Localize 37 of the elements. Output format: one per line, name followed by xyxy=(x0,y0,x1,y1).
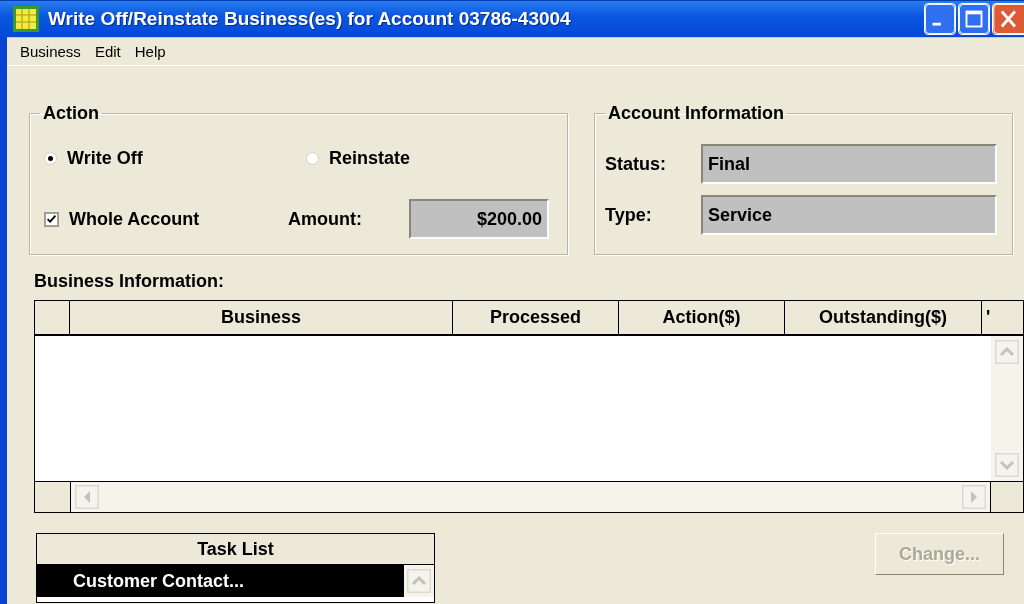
radio-button[interactable] xyxy=(44,152,57,165)
close-button[interactable] xyxy=(992,3,1024,35)
column-header[interactable]: Business xyxy=(70,301,453,334)
column-header[interactable]: Outstanding($) xyxy=(785,301,982,334)
scroll-left-icon[interactable] xyxy=(75,485,99,509)
checkbox[interactable] xyxy=(44,211,59,227)
menu-item[interactable]: Business xyxy=(13,42,88,60)
radio-button[interactable] xyxy=(306,152,319,165)
checkbox-label[interactable]: Whole Account xyxy=(69,208,200,230)
scroll-down-icon[interactable] xyxy=(995,453,1019,477)
column-header[interactable]: Processed xyxy=(453,301,619,334)
field-label: Status: xyxy=(605,153,667,175)
readonly-field[interactable]: Service xyxy=(701,195,997,235)
task-list-item[interactable]: Customer Contact... xyxy=(37,565,404,597)
horizontal-scrollbar[interactable] xyxy=(71,482,990,512)
amount-label: Amount: xyxy=(288,208,363,230)
minimize-button[interactable] xyxy=(924,3,956,35)
option-label[interactable]: Reinstate xyxy=(329,148,411,169)
scroll-right-icon[interactable] xyxy=(962,485,986,509)
option-label[interactable]: Write Off xyxy=(67,148,143,169)
scroll-up-icon[interactable] xyxy=(407,569,431,593)
amount-field[interactable]: $200.00 xyxy=(409,199,549,239)
field-label: Type: xyxy=(605,204,653,226)
column-header[interactable]: ' xyxy=(982,301,1023,334)
readonly-field[interactable]: Final xyxy=(701,144,997,184)
scroll-up-icon[interactable] xyxy=(995,340,1019,364)
menu-item[interactable]: Help xyxy=(127,42,173,60)
group-title: Action xyxy=(42,103,100,124)
section-title: Business Information: xyxy=(34,271,226,292)
window-title: Write Off/Reinstate Business(es) for Account 03786-43004 xyxy=(48,8,572,30)
vertical-scrollbar[interactable] xyxy=(991,336,1023,481)
app-icon xyxy=(12,5,40,33)
task-list-header: Task List xyxy=(37,534,434,565)
maximize-button[interactable] xyxy=(958,3,990,35)
group-title: Account Information xyxy=(607,103,785,124)
column-header[interactable]: Action($) xyxy=(619,301,785,334)
menu-item[interactable]: Edit xyxy=(87,42,128,60)
